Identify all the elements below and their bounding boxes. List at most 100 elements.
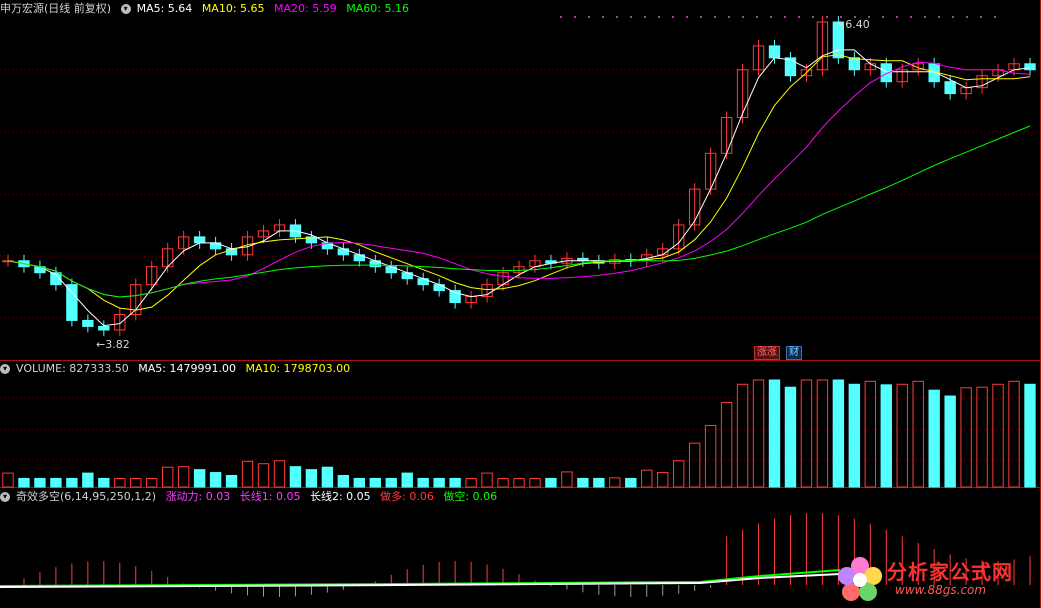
- volume-bar: [161, 466, 174, 488]
- volume-bar: [529, 477, 541, 488]
- stock-chart[interactable]: [0, 0, 1041, 608]
- volume-bar: [369, 477, 381, 488]
- marker-dot: [602, 16, 604, 18]
- volume-bar: [609, 477, 621, 488]
- marker-dot: [574, 16, 576, 18]
- marker-dot: [714, 16, 716, 18]
- volume-bar: [928, 389, 940, 488]
- marker-dot: [728, 16, 730, 18]
- candle-body: [433, 284, 445, 292]
- volume-bar: [98, 477, 110, 488]
- volume-bar: [561, 471, 573, 488]
- volume-bar: [513, 477, 525, 488]
- marker-dot: [630, 16, 632, 18]
- volume-bar: [672, 460, 685, 488]
- marker-dot: [588, 16, 590, 18]
- marker-dot: [994, 16, 996, 18]
- volume-bar: [401, 472, 413, 488]
- marker-dot: [644, 16, 646, 18]
- volume-bar: [688, 442, 701, 488]
- volume-bar: [305, 469, 318, 488]
- volume-bar: [114, 477, 126, 488]
- volume-bar: [50, 477, 62, 488]
- marker-dot: [896, 16, 898, 18]
- volume-bar: [385, 477, 397, 488]
- volume-bar: [337, 474, 350, 488]
- volume-bar: [912, 380, 924, 488]
- marker-dot: [658, 16, 660, 18]
- volume-bar: [736, 383, 749, 488]
- marker-dot: [784, 16, 786, 18]
- marker-dot: [616, 16, 618, 18]
- candle-body: [82, 319, 94, 327]
- candle-body: [848, 57, 861, 71]
- volume-bar: [497, 477, 509, 488]
- volume-bar: [720, 401, 733, 488]
- volume-bar: [465, 477, 477, 488]
- volume-bar: [848, 383, 861, 488]
- volume-bar: [944, 395, 956, 488]
- marker-dot: [952, 16, 954, 18]
- marker-dot: [700, 16, 702, 18]
- volume-bar: [257, 463, 270, 488]
- marker-dot: [938, 16, 940, 18]
- volume-bar: [641, 469, 653, 488]
- volume-bar: [768, 379, 781, 488]
- marker-dot: [812, 16, 814, 18]
- volume-bar: [577, 477, 589, 488]
- volume-bar: [832, 379, 845, 488]
- candle-body: [98, 325, 110, 331]
- marker-dot: [686, 16, 688, 18]
- volume-bar: [880, 384, 892, 488]
- volume-bar: [417, 477, 429, 488]
- volume-bar: [1024, 383, 1036, 488]
- volume-bar: [225, 474, 238, 488]
- marker-dot: [756, 16, 758, 18]
- volume-bar: [593, 477, 605, 488]
- volume-bar: [449, 477, 461, 488]
- volume-bar: [82, 472, 94, 488]
- candle-body: [768, 45, 781, 59]
- marker-dot: [826, 16, 828, 18]
- volume-bar: [321, 466, 334, 488]
- high-price-label: ↖6.40: [836, 18, 870, 31]
- logo-url: www.88gs.com: [895, 583, 987, 597]
- finance-badge[interactable]: 财: [786, 346, 802, 360]
- volume-bar: [657, 472, 669, 488]
- volume-bar: [177, 466, 190, 488]
- volume-bar: [960, 387, 972, 488]
- volume-bar: [193, 469, 206, 488]
- marker-dot: [742, 16, 744, 18]
- volume-bar: [209, 472, 222, 488]
- candle-body: [66, 284, 78, 321]
- marker-dot: [560, 16, 562, 18]
- event-badge[interactable]: 涨涨: [754, 346, 780, 360]
- volume-bar: [353, 477, 366, 488]
- volume-bar: [784, 386, 797, 488]
- volume-bar: [752, 379, 765, 488]
- volume-bar: [545, 477, 557, 488]
- marker-dot: [798, 16, 800, 18]
- volume-bar: [18, 477, 30, 488]
- candle-body: [193, 236, 206, 244]
- marker-dot: [672, 16, 674, 18]
- marker-dot: [966, 16, 968, 18]
- volume-bar: [433, 477, 445, 488]
- volume-bar: [289, 466, 302, 488]
- ma5-line: [7, 49, 1031, 327]
- candle-body: [944, 81, 956, 95]
- candle-body: [880, 63, 892, 83]
- marker-dot: [882, 16, 884, 18]
- volume-bar: [816, 379, 829, 488]
- candle-body: [1024, 63, 1036, 71]
- marker-dot: [910, 16, 912, 18]
- volume-bar: [896, 383, 908, 488]
- volume-bar: [130, 477, 142, 488]
- low-price-label: ←3.82: [96, 338, 130, 351]
- volume-bar: [481, 472, 493, 488]
- marker-dot: [980, 16, 982, 18]
- volume-bar: [864, 380, 877, 488]
- logo-name: 分析家公式网: [887, 560, 1013, 584]
- volume-bar: [800, 379, 813, 488]
- volume-bar: [241, 460, 254, 488]
